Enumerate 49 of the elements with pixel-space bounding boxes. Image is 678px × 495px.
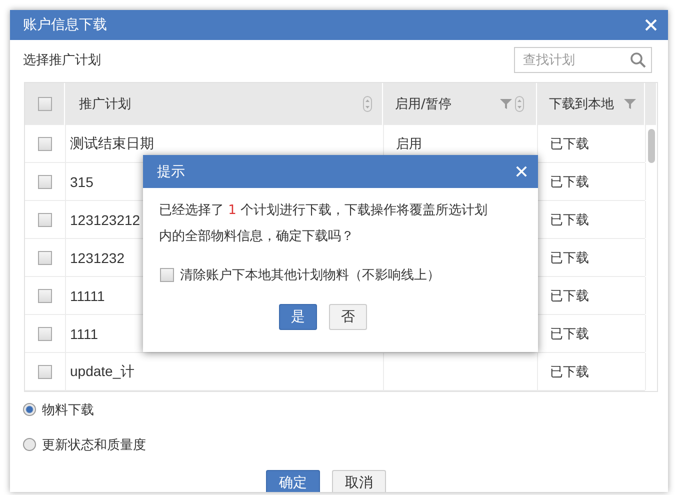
table-cell-text: 启用 <box>396 136 422 152</box>
table-cell-text: 已下载 <box>550 250 589 266</box>
table-cell-text: 已下载 <box>550 174 589 190</box>
row-checkbox[interactable] <box>38 250 52 264</box>
prompt-title: 提示 <box>157 162 185 180</box>
table-cell: 315 <box>70 174 94 190</box>
dialog-button[interactable]: 确定 <box>266 470 320 492</box>
option-label: 清除账户下本地其他计划物料（不影响线上） <box>180 267 440 284</box>
close-icon[interactable] <box>515 165 528 178</box>
search-icon[interactable] <box>630 52 646 68</box>
table-cell: update_计 <box>70 362 135 380</box>
table-cell: 1231232 <box>70 250 125 266</box>
select-all-checkbox[interactable] <box>38 97 52 111</box>
section-label: 选择推广计划 <box>23 52 101 69</box>
table-cell-text: 已下载 <box>550 326 589 342</box>
radio-label: 更新状态和质量度 <box>42 436 146 454</box>
radio-button[interactable] <box>23 438 36 451</box>
row-checkbox[interactable] <box>38 212 52 226</box>
column-header: 推广计划 <box>79 96 131 113</box>
table-cell-text: 已下载 <box>550 288 589 304</box>
prompt-button[interactable]: 否 <box>329 304 367 330</box>
radio-label: 物料下载 <box>42 402 94 418</box>
dialog-button[interactable]: 取消 <box>332 470 386 492</box>
table-cell-text: 已下载 <box>550 364 589 380</box>
row-checkbox[interactable] <box>38 288 52 302</box>
row-checkbox[interactable] <box>38 136 52 150</box>
filter-icon[interactable] <box>624 98 636 110</box>
table-cell-text: 已下载 <box>550 212 589 228</box>
row-checkbox[interactable] <box>38 174 52 188</box>
sort-icon[interactable] <box>515 96 524 112</box>
column-header: 启用/暂停 <box>395 96 452 113</box>
option-checkbox[interactable] <box>160 268 174 282</box>
row-checkbox[interactable] <box>38 326 52 340</box>
window-title: 账户信息下载 <box>23 16 107 34</box>
prompt-message: 已经选择了 1 个计划进行下载，下载操作将覆盖所选计划内的全部物料信息，确定下载吗？ <box>159 202 489 246</box>
close-icon[interactable] <box>644 18 658 32</box>
table-cell: 测试结束日期 <box>70 134 154 152</box>
scrollbar-thumb[interactable] <box>648 129 655 163</box>
table-cell: 11111 <box>70 288 105 304</box>
table-cell-text: 已下载 <box>550 136 589 152</box>
prompt-button[interactable]: 是 <box>279 304 317 330</box>
filter-icon[interactable] <box>500 98 512 110</box>
table-cell: 1111 <box>70 326 98 342</box>
row-checkbox[interactable] <box>38 364 52 378</box>
table-cell: 123123212 <box>70 212 140 228</box>
column-header: 下载到本地 <box>549 96 614 113</box>
radio-button[interactable] <box>23 403 36 416</box>
sort-icon[interactable] <box>363 96 372 112</box>
search-field[interactable]: 查找计划 <box>514 47 652 73</box>
